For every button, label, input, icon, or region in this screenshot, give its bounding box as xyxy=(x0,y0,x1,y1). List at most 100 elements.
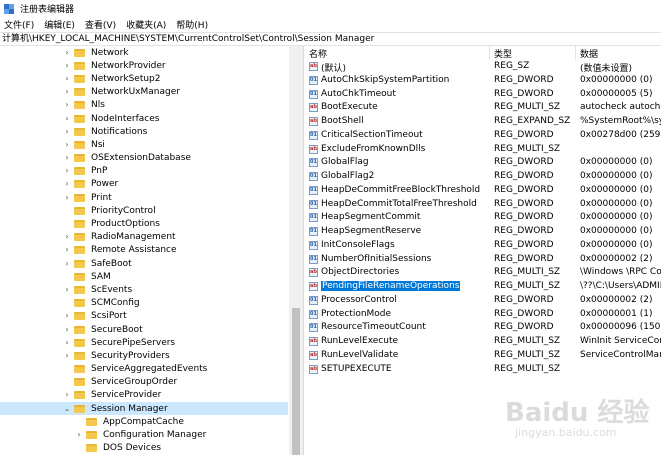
value-row[interactable]: 01 NumberOfInitialSessions REG_DWORD 0x0000… xyxy=(305,253,661,267)
chevron-right-icon[interactable]: › xyxy=(62,259,72,269)
value-type: REG_EXPAND_SZ xyxy=(494,116,571,126)
value-row[interactable]: 01 GlobalFlag REG_DWORD 0x00000000 (0) xyxy=(305,156,661,170)
column-header-data[interactable]: 数据 xyxy=(580,47,598,60)
menu-edit[interactable]: 编辑(E) xyxy=(44,18,75,31)
folder-icon xyxy=(86,444,97,453)
value-row[interactable]: 01 ProtectionMode REG_DWORD 0x00000001 (1) xyxy=(305,308,661,322)
chevron-right-icon[interactable]: › xyxy=(62,179,72,189)
tree-item[interactable]: ServiceAggregatedEvents xyxy=(0,363,288,376)
chevron-right-icon[interactable]: › xyxy=(62,74,72,84)
tree-item[interactable]: › ServiceProvider xyxy=(0,389,288,402)
chevron-right-icon[interactable]: › xyxy=(62,390,72,400)
tree-item[interactable]: PriorityControl xyxy=(0,204,288,217)
tree-item[interactable]: DOS Devices xyxy=(0,442,288,455)
chevron-right-icon[interactable]: › xyxy=(62,127,72,137)
value-row[interactable]: 01 HeapSegmentCommit REG_DWORD 0x00000000 (… xyxy=(305,211,661,225)
chevron-right-icon[interactable]: › xyxy=(62,245,72,255)
column-divider[interactable] xyxy=(489,46,490,60)
value-name: PendingFileRenameOperations xyxy=(321,281,461,291)
chevron-right-icon[interactable]: › xyxy=(62,285,72,295)
tree-item[interactable]: › NetworkProvider xyxy=(0,59,288,72)
value-row[interactable]: 01 AutoChkTimeout REG_DWORD 0x00000005 (5) xyxy=(305,88,661,102)
value-row[interactable]: ab ObjectDirectories REG_MULTI_SZ \Windows … xyxy=(305,266,661,280)
tree-item[interactable]: ServiceGroupOrder xyxy=(0,376,288,389)
tree-item[interactable]: › ScsiPort xyxy=(0,310,288,323)
value-row[interactable]: ab ExcludeFromKnownDlls REG_MULTI_SZ xyxy=(305,143,661,157)
value-row[interactable]: 01 HeapDeCommitTotalFreeThreshold REG_DWOR… xyxy=(305,198,661,212)
tree-item[interactable]: › ScEvents xyxy=(0,283,288,296)
chevron-right-icon[interactable]: › xyxy=(62,153,72,163)
tree-item[interactable]: › Remote Assistance xyxy=(0,244,288,257)
chevron-right-icon[interactable]: › xyxy=(62,166,72,176)
chevron-right-icon[interactable]: › xyxy=(62,232,72,242)
value-name: SETUPEXECUTE xyxy=(321,363,392,374)
column-divider[interactable] xyxy=(575,46,576,60)
tree-item[interactable]: › SecureBoot xyxy=(0,323,288,336)
value-row[interactable]: ab SETUPEXECUTE REG_MULTI_SZ xyxy=(305,363,661,377)
tree-item[interactable]: › SecurePipeServers xyxy=(0,336,288,349)
tree-item[interactable]: › NetworkUxManager xyxy=(0,86,288,99)
column-header-type[interactable]: 类型 xyxy=(494,47,512,60)
value-row[interactable]: ab RunLevelExecute REG_MULTI_SZ WinInit Ser… xyxy=(305,335,661,349)
chevron-right-icon[interactable]: › xyxy=(62,325,72,335)
value-row[interactable]: 01 GlobalFlag2 REG_DWORD 0x00000000 (0) xyxy=(305,170,661,184)
chevron-right-icon[interactable]: › xyxy=(62,114,72,124)
chevron-down-icon[interactable]: ⌄ xyxy=(62,404,72,414)
value-row[interactable]: ab RunLevelValidate REG_MULTI_SZ ServiceCon… xyxy=(305,349,661,363)
tree-item[interactable]: ⌄ Session Manager xyxy=(0,402,288,416)
tree-item[interactable]: › Power xyxy=(0,178,288,191)
value-row[interactable]: ab BootExecute REG_MULTI_SZ autocheck autoc… xyxy=(305,101,661,115)
tree-item[interactable]: SAM xyxy=(0,270,288,283)
value-row[interactable]: ab BootShell REG_EXPAND_SZ %SystemRoot%\sys xyxy=(305,115,661,129)
tree-item[interactable]: AppCompatCache xyxy=(0,415,288,428)
column-header-name[interactable]: 名称 xyxy=(309,47,327,60)
value-row[interactable]: ab (默认) REG_SZ (数值未设置) xyxy=(305,60,661,74)
value-type: REG_DWORD xyxy=(494,157,554,168)
chevron-right-icon[interactable]: › xyxy=(62,338,72,348)
tree-scrollbar-thumb[interactable] xyxy=(292,308,300,455)
menu-file[interactable]: 文件(F) xyxy=(4,18,34,31)
chevron-right-icon[interactable]: › xyxy=(62,140,72,150)
value-type: REG_DWORD xyxy=(494,226,554,236)
tree-item[interactable]: › Notifications xyxy=(0,125,288,138)
value-row[interactable]: 01 InitConsoleFlags REG_DWORD 0x00000000 (0… xyxy=(305,239,661,253)
chevron-right-icon[interactable]: › xyxy=(74,430,84,440)
key-tree-pane: › Network › NetworkProvider › NetworkSetup2 › N… xyxy=(0,46,304,455)
value-row[interactable]: 01 AutoChkSkipSystemPartition REG_DWORD 0x0… xyxy=(305,74,661,88)
tree-item[interactable]: › Print xyxy=(0,191,288,204)
chevron-right-icon[interactable]: › xyxy=(62,61,72,71)
menu-view[interactable]: 查看(V) xyxy=(85,18,116,31)
tree-scrollbar[interactable] xyxy=(289,46,303,455)
tree-item[interactable]: › NodeInterfaces xyxy=(0,112,288,125)
chevron-right-icon[interactable]: › xyxy=(62,87,72,97)
value-name: ObjectDirectories xyxy=(321,267,400,278)
tree-item[interactable]: › SafeBoot xyxy=(0,257,288,270)
tree-item[interactable]: › Nsi xyxy=(0,138,288,151)
menu-favorites[interactable]: 收藏夹(A) xyxy=(126,18,166,31)
tree-item-label: ServiceProvider xyxy=(91,390,162,401)
chevron-right-icon[interactable]: › xyxy=(62,100,72,110)
menu-help[interactable]: 帮助(H) xyxy=(176,18,208,31)
tree-item[interactable]: › Network xyxy=(0,46,288,59)
tree-item[interactable]: › OSExtensionDatabase xyxy=(0,152,288,165)
chevron-right-icon[interactable]: › xyxy=(62,311,72,321)
tree-item[interactable]: › PnP xyxy=(0,165,288,178)
tree-item[interactable]: › Nls xyxy=(0,99,288,112)
value-row[interactable]: ab PendingFileRenameOperations REG_MULTI_S… xyxy=(305,280,661,294)
chevron-right-icon[interactable]: › xyxy=(62,48,72,58)
tree-item[interactable]: SCMConfig xyxy=(0,297,288,310)
value-row[interactable]: 01 HeapSegmentReserve REG_DWORD 0x00000000 … xyxy=(305,225,661,239)
value-row[interactable]: 01 CriticalSectionTimeout REG_DWORD 0x00278… xyxy=(305,129,661,143)
tree-item[interactable]: › Configuration Manager xyxy=(0,428,288,441)
value-row[interactable]: 01 HeapDeCommitFreeBlockThreshold REG_DWOR… xyxy=(305,184,661,198)
tree-item[interactable]: › RadioManagement xyxy=(0,231,288,244)
tree-item[interactable]: ProductOptions xyxy=(0,217,288,230)
value-row[interactable]: 01 ResourceTimeoutCount REG_DWORD 0x0000009… xyxy=(305,321,661,335)
tree-item-label: DOS Devices xyxy=(103,443,162,454)
value-row[interactable]: 01 ProcessorControl REG_DWORD 0x00000002 (2… xyxy=(305,294,661,308)
tree-item[interactable]: › SecurityProviders xyxy=(0,349,288,362)
chevron-right-icon[interactable]: › xyxy=(62,351,72,361)
address-bar[interactable]: 计算机\HKEY_LOCAL_MACHINE\SYSTEM\CurrentCon… xyxy=(0,32,661,46)
tree-item[interactable]: › NetworkSetup2 xyxy=(0,72,288,85)
chevron-right-icon[interactable]: › xyxy=(62,193,72,203)
